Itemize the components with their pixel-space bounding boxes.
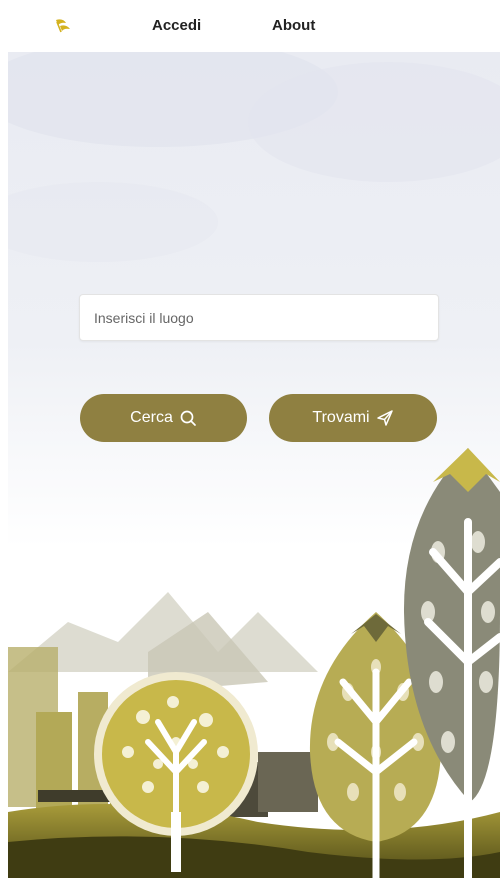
- nav-link-accedi[interactable]: Accedi: [152, 17, 201, 34]
- place-search-input[interactable]: [79, 294, 439, 341]
- top-nav: Accedi About: [0, 0, 500, 52]
- cerca-button-label: Cerca: [130, 409, 173, 426]
- leaf-logo-icon[interactable]: [52, 16, 74, 38]
- landscape-background: [8, 52, 500, 878]
- trovami-button[interactable]: Trovami: [269, 394, 437, 442]
- trovami-button-label: Trovami: [312, 409, 370, 426]
- hero-illustration: [8, 52, 500, 878]
- nav-link-about[interactable]: About: [272, 17, 315, 34]
- paper-plane-icon: [376, 410, 393, 426]
- search-icon: [180, 410, 196, 426]
- cerca-button[interactable]: Cerca: [80, 394, 247, 442]
